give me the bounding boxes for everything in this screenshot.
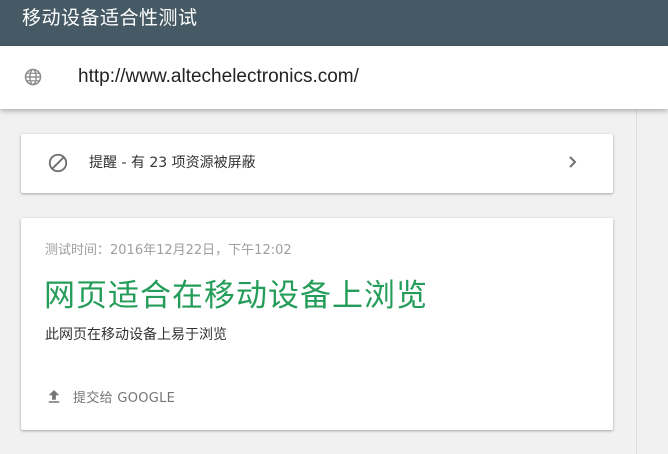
- scroll-track: [636, 109, 637, 454]
- block-icon: [47, 152, 69, 174]
- app-header: 移动设备适合性测试: [0, 0, 668, 46]
- test-timestamp: 测试时间：2016年12月22日，下午12:02: [45, 243, 292, 258]
- result-description: 此网页在移动设备上易于浏览: [45, 327, 227, 343]
- test-result-card: 测试时间：2016年12月22日，下午12:02 网页适合在移动设备上浏览 此网…: [21, 218, 613, 430]
- alert-label: 提醒 - 有 23 项资源被屏蔽: [89, 155, 256, 171]
- globe-icon: [24, 68, 42, 86]
- blocked-resources-alert[interactable]: 提醒 - 有 23 项资源被屏蔽: [21, 134, 613, 193]
- submit-to-google-button[interactable]: 提交给 GOOGLE: [45, 384, 175, 408]
- chevron-right-icon: [567, 154, 579, 170]
- result-verdict: 网页适合在移动设备上浏览: [44, 278, 428, 314]
- submit-label: 提交给 GOOGLE: [73, 390, 176, 406]
- url-text[interactable]: http://www.altechelectronics.com/: [78, 66, 359, 88]
- upload-icon: [45, 387, 63, 405]
- page-title: 移动设备适合性测试: [22, 7, 198, 29]
- url-bar: http://www.altechelectronics.com/: [0, 46, 668, 109]
